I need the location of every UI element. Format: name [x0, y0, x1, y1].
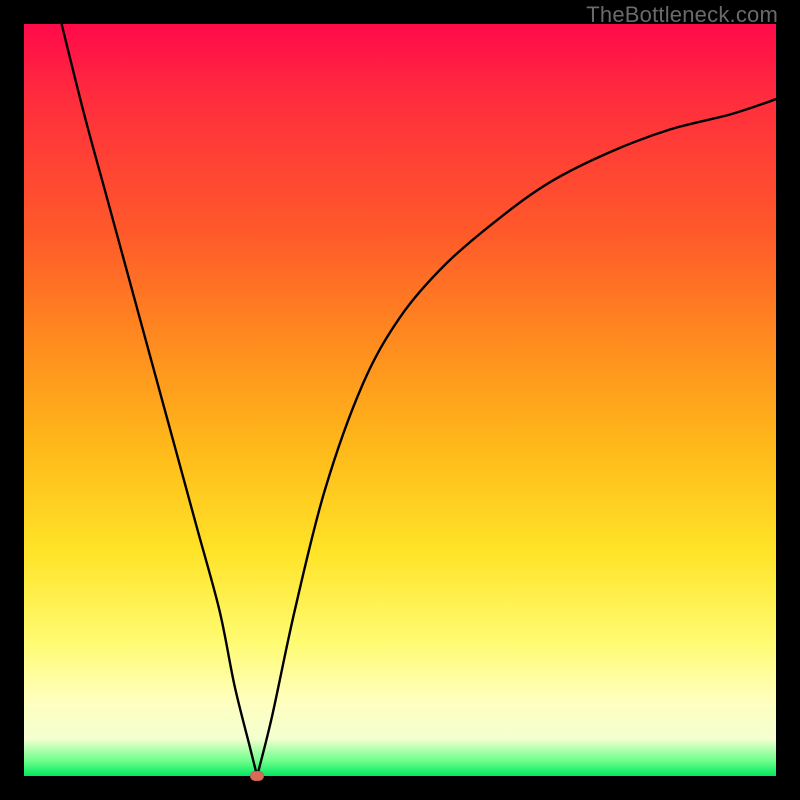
curve-left-branch	[62, 24, 258, 776]
watermark-text: TheBottleneck.com	[586, 2, 778, 28]
minimum-marker	[250, 771, 264, 781]
curve-right-branch	[257, 99, 776, 776]
curve-svg	[24, 24, 776, 776]
plot-area	[24, 24, 776, 776]
